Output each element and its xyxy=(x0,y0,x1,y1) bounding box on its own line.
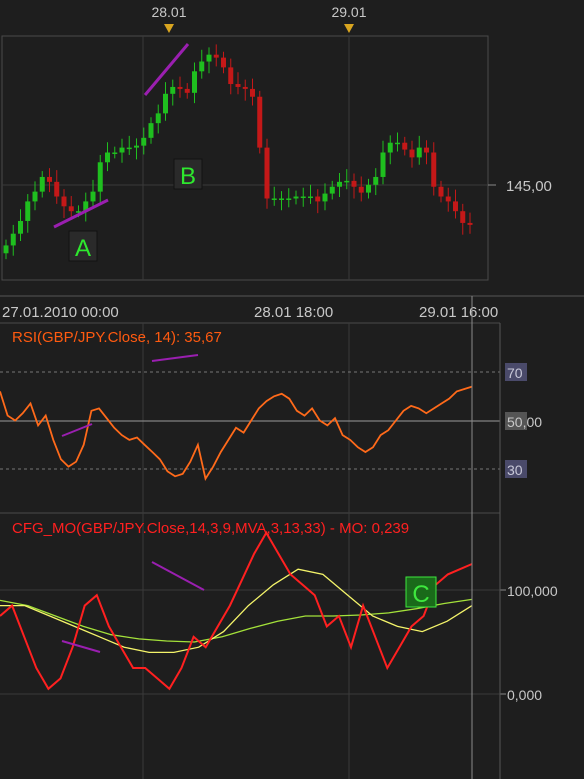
candle-body[interactable] xyxy=(25,201,31,221)
candle-body[interactable] xyxy=(373,176,379,185)
candle-body[interactable] xyxy=(192,71,197,93)
candle-body[interactable] xyxy=(10,233,16,246)
candle-body[interactable] xyxy=(170,86,176,94)
top-date-axis: 28.01 29.01 xyxy=(151,4,367,33)
rsi-trendline-b[interactable] xyxy=(151,354,199,362)
marker-a-label: A xyxy=(75,235,91,262)
mo-signal-green-line xyxy=(0,598,473,643)
candle-body[interactable] xyxy=(3,245,9,254)
candle-body[interactable] xyxy=(445,196,451,202)
candle-body[interactable] xyxy=(416,147,422,158)
candle-body[interactable] xyxy=(358,186,364,193)
candle-body[interactable] xyxy=(395,142,400,145)
candle-body[interactable] xyxy=(119,147,125,153)
candle-body[interactable] xyxy=(344,180,350,183)
candle-body[interactable] xyxy=(257,96,263,148)
marker-a[interactable]: A xyxy=(68,230,98,262)
candle-body[interactable] xyxy=(453,201,458,212)
candles-group xyxy=(3,44,473,260)
time-axis-label: 29.01 16:00 xyxy=(419,304,498,321)
candle-body[interactable] xyxy=(68,206,74,212)
top-date-label: 29.01 xyxy=(331,4,366,20)
candle-body[interactable] xyxy=(250,88,255,97)
candle-body[interactable] xyxy=(199,61,205,72)
candle-body[interactable] xyxy=(460,211,466,223)
candle-body[interactable] xyxy=(177,86,183,89)
candle-body[interactable] xyxy=(286,198,292,200)
candle-body[interactable] xyxy=(300,196,306,199)
candle-body[interactable] xyxy=(184,88,190,93)
rsi-title: RSI(GBP/JPY.Close, 14): 35,67 xyxy=(12,329,222,346)
time-axis-label: 28.01 18:00 xyxy=(254,304,333,321)
marker-b[interactable]: B xyxy=(173,158,203,190)
candle-body[interactable] xyxy=(235,84,241,87)
candle-body[interactable] xyxy=(61,196,67,207)
candle-body[interactable] xyxy=(293,196,299,199)
candle-body[interactable] xyxy=(148,123,154,138)
candle-body[interactable] xyxy=(228,67,234,85)
mo-trendline-a[interactable] xyxy=(61,640,101,653)
marker-c[interactable]: C xyxy=(405,576,437,608)
candle-body[interactable] xyxy=(337,181,342,187)
candle-body[interactable] xyxy=(163,93,168,114)
candle-body[interactable] xyxy=(134,145,139,148)
candle-body[interactable] xyxy=(264,147,270,199)
rsi-level-label: 70 xyxy=(507,365,523,381)
price-panel[interactable]: 145,00 A B xyxy=(1,35,552,281)
candle-body[interactable] xyxy=(141,137,147,146)
candle-body[interactable] xyxy=(126,147,132,150)
candle-body[interactable] xyxy=(206,54,212,62)
candle-body[interactable] xyxy=(409,149,415,158)
candle-body[interactable] xyxy=(402,142,408,150)
candle-body[interactable] xyxy=(387,142,393,153)
candle-body[interactable] xyxy=(329,186,335,194)
candle-body[interactable] xyxy=(105,152,110,163)
candle-body[interactable] xyxy=(380,152,386,177)
candle-body[interactable] xyxy=(112,152,118,155)
trading-chart-window: 28.01 29.01 145,00 A B 27.01.2010 00:00 … xyxy=(0,0,584,779)
mo-trendline-b[interactable] xyxy=(151,561,205,591)
candle-body[interactable] xyxy=(90,191,96,202)
mo-title: CFG_MO(GBP/JPY.Close,14,3,9,MVA,3,13,33)… xyxy=(12,520,409,537)
mo-panel[interactable]: CFG_MO(GBP/JPY.Close,14,3,9,MVA,3,13,33)… xyxy=(0,513,558,779)
price-axis-label: 145,00 xyxy=(506,178,552,195)
time-axis-label: 27.01.2010 00:00 xyxy=(2,304,119,321)
candle-body[interactable] xyxy=(18,220,23,234)
marker-c-label: C xyxy=(412,581,429,608)
candle-body[interactable] xyxy=(97,162,103,192)
candle-body[interactable] xyxy=(351,180,357,187)
candle-body[interactable] xyxy=(155,113,161,124)
candle-body[interactable] xyxy=(213,54,219,58)
time-axis: 27.01.2010 00:00 28.01 18:00 29.01 16:00 xyxy=(0,295,584,321)
rsi-level-label: 50,00 xyxy=(507,414,542,430)
candle-body[interactable] xyxy=(322,193,328,202)
candle-body[interactable] xyxy=(271,198,277,200)
candle-body[interactable] xyxy=(279,198,284,200)
candle-body[interactable] xyxy=(47,176,52,182)
candle-body[interactable] xyxy=(431,152,437,187)
candle-body[interactable] xyxy=(424,147,429,153)
candle-body[interactable] xyxy=(315,196,321,202)
mo-level-label: 0,000 xyxy=(507,687,542,703)
candle-body[interactable] xyxy=(54,181,60,197)
date-marker-icon[interactable] xyxy=(164,24,174,33)
candle-body[interactable] xyxy=(32,191,38,202)
candle-body[interactable] xyxy=(438,186,444,197)
rsi-level-label: 30 xyxy=(507,462,523,478)
candle-body[interactable] xyxy=(467,222,473,225)
rsi-panel[interactable]: RSI(GBP/JPY.Close, 14): 35,67 70 50,00 3… xyxy=(0,322,542,514)
candle-body[interactable] xyxy=(242,86,248,89)
date-marker-icon[interactable] xyxy=(344,24,354,33)
candle-body[interactable] xyxy=(308,196,313,199)
top-date-label: 28.01 xyxy=(151,4,186,20)
marker-b-label: B xyxy=(180,163,196,190)
candle-body[interactable] xyxy=(221,57,226,68)
candle-body[interactable] xyxy=(39,176,45,192)
candle-body[interactable] xyxy=(366,184,371,193)
chart-canvas: 28.01 29.01 145,00 A B 27.01.2010 00:00 … xyxy=(0,4,584,779)
mo-level-label: 100,000 xyxy=(507,583,558,599)
